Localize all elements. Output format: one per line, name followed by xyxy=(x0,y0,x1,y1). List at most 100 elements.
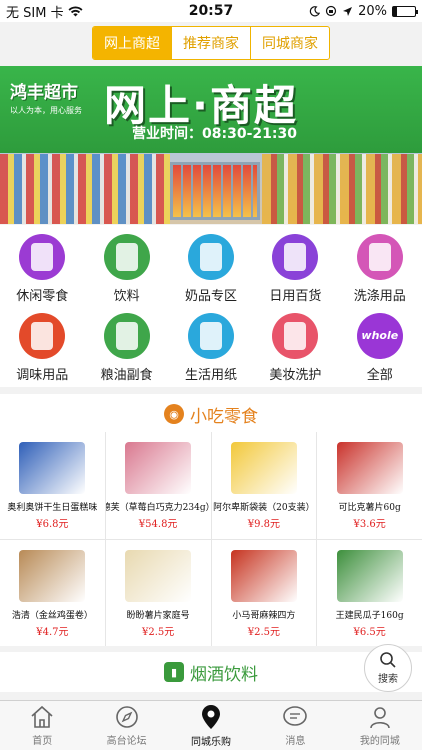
rotation-lock-icon xyxy=(325,5,337,17)
search-icon xyxy=(380,652,396,668)
product-price: ¥4.7元 xyxy=(36,626,69,638)
category-item[interactable]: 生活用纸 xyxy=(169,308,253,387)
whole-icon: whole xyxy=(356,312,403,359)
tabbar-local-shopping[interactable]: 同城乐购 xyxy=(169,701,253,750)
category-item[interactable]: 日用百货 xyxy=(253,229,337,308)
product-card[interactable]: 王建民瓜子160g ¥6.5元 xyxy=(317,539,422,646)
category-label: 调味用品 xyxy=(16,367,69,383)
section-header-drinks: ▮ 烟酒饮料 xyxy=(0,652,422,692)
product-price: ¥6.8元 xyxy=(36,519,69,530)
status-bar: 无 SIM 卡 20:57 20% xyxy=(0,0,422,22)
product-price: ¥2.5元 xyxy=(247,626,280,638)
section-title-snacks: 小吃零食 xyxy=(190,406,258,427)
product-card[interactable]: 盼盼薯片家庭号 ¥2.5元 xyxy=(105,539,211,646)
product-name: 阿尔卑斯袋装（20支装） xyxy=(213,503,315,513)
product-image xyxy=(125,549,192,602)
category-item[interactable]: 饮料 xyxy=(84,229,168,308)
category-glyph xyxy=(31,242,54,271)
category-grid: 休闲零食 饮料 奶品专区 日用百货 洗涤用品调味用品 粮油副食 生活用纸 美妆洗护 whole 全… xyxy=(0,225,422,387)
category-item[interactable]: 调味用品 xyxy=(0,308,84,387)
oil-icon xyxy=(103,312,150,359)
product-image xyxy=(336,549,403,602)
category-glyph xyxy=(284,321,307,350)
category-item[interactable]: 奶品专区 xyxy=(169,229,253,308)
snack-section-icon: ◉ xyxy=(164,404,184,424)
product-card[interactable]: 阿尔卑斯袋装（20支装） ¥9.8元 xyxy=(211,432,317,539)
battery-fill xyxy=(393,6,398,16)
snack-icon xyxy=(19,233,66,280)
message-icon xyxy=(283,705,308,726)
product-card[interactable]: 德芙（草莓白巧克力234g） ¥54.8元 xyxy=(105,432,211,539)
product-card[interactable]: 小马哥麻辣四方 ¥2.5元 xyxy=(211,539,317,646)
seasoning-icon xyxy=(19,312,66,359)
shelf-image-right xyxy=(262,154,422,224)
section-header-snacks: ◉ 小吃零食 xyxy=(0,394,422,434)
compass-icon xyxy=(115,705,138,728)
product-name: 小马哥麻辣四方 xyxy=(232,610,296,621)
product-grid: 奥利奥饼干生日蛋糕味 ¥6.8元 德芙（草莓白巧克力234g） ¥54.8元 阿尔卑斯袋… xyxy=(0,432,422,646)
cup-icon xyxy=(272,233,319,280)
product-image xyxy=(230,442,297,494)
product-price: ¥2.5元 xyxy=(141,626,175,638)
product-name: 可比克薯片60g xyxy=(338,503,401,513)
location-arrow-icon xyxy=(343,6,353,16)
shelf-image-left xyxy=(0,154,170,224)
product-price: ¥54.8元 xyxy=(138,519,178,530)
product-card[interactable]: 浩清（金丝鸡蛋卷） ¥4.7元 xyxy=(0,539,105,646)
category-item[interactable]: 粮油副食 xyxy=(84,308,168,387)
product-image xyxy=(19,442,86,494)
whole-icon-text: whole xyxy=(361,329,399,342)
beverage-icon xyxy=(103,233,150,280)
category-label: 日用百货 xyxy=(269,288,322,304)
category-label: 饮料 xyxy=(113,288,140,304)
category-item[interactable]: 洗涤用品 xyxy=(338,229,422,308)
category-glyph xyxy=(115,242,138,271)
section-title-drinks: 烟酒饮料 xyxy=(190,664,258,685)
category-item[interactable]: whole 全部 xyxy=(338,308,422,387)
product-name: 德芙（草莓白巧克力234g） xyxy=(105,503,211,513)
tabbar-messages[interactable]: 消息 xyxy=(253,701,337,750)
product-name: 浩清（金丝鸡蛋卷） xyxy=(11,610,93,621)
floating-search-button[interactable]: 搜索 xyxy=(364,644,412,692)
product-image xyxy=(336,442,403,494)
store-logo: 鸿丰超市 以人为本，用心服务 xyxy=(10,78,92,116)
category-glyph xyxy=(368,242,391,271)
product-price: ¥9.8元 xyxy=(247,519,280,530)
product-name: 盼盼薯片家庭号 xyxy=(126,610,190,621)
tab-online-supermarket[interactable]: 网上商超 xyxy=(93,27,172,59)
tabbar-label-home: 首页 xyxy=(32,735,53,747)
tab-local-merchants[interactable]: 同城商家 xyxy=(251,27,329,59)
tabbar-home[interactable]: 首页 xyxy=(0,701,84,750)
tabbar-label-profile: 我的同城 xyxy=(359,735,400,747)
tabbar-label-local-shopping: 同城乐购 xyxy=(191,736,232,748)
tabbar-profile[interactable]: 我的同城 xyxy=(338,701,422,750)
category-label: 美妆洗护 xyxy=(269,367,322,383)
product-card[interactable]: 可比克薯片60g ¥3.6元 xyxy=(317,432,422,539)
promo-banner[interactable]: 鸿丰超市 以人为本，用心服务 网上·商超 营业时间：08:30-21:30 xyxy=(0,66,422,224)
tab-recommended-merchants[interactable]: 推荐商家 xyxy=(172,27,251,59)
product-name: 奥利奥饼干生日蛋糕味 xyxy=(7,503,98,513)
category-item[interactable]: 休闲零食 xyxy=(0,229,84,308)
location-pin-icon xyxy=(202,704,221,729)
tissue-icon xyxy=(187,312,234,359)
product-image xyxy=(125,442,192,494)
product-price: ¥3.6元 xyxy=(353,519,386,530)
milk-icon xyxy=(187,233,234,280)
category-item[interactable]: 美妆洗护 xyxy=(253,308,337,387)
product-card[interactable]: 奥利奥饼干生日蛋糕味 ¥6.8元 xyxy=(0,432,105,539)
category-label: 生活用纸 xyxy=(184,367,237,383)
category-label: 休闲零食 xyxy=(16,288,69,304)
category-label: 洗涤用品 xyxy=(353,288,406,304)
tabbar-label-messages: 消息 xyxy=(285,735,306,747)
category-glyph xyxy=(31,321,54,350)
category-glyph xyxy=(199,242,222,271)
category-label: 奶品专区 xyxy=(184,288,237,304)
category-label: 粮油副食 xyxy=(100,367,153,383)
bottom-tab-bar: 首页 高台论坛 同城乐购 消息 我的同城 xyxy=(0,700,422,750)
tabbar-forum[interactable]: 高台论坛 xyxy=(84,701,168,750)
shopping-cart-image xyxy=(170,162,260,220)
product-image xyxy=(19,549,86,602)
product-image xyxy=(230,549,297,602)
store-name: 鸿丰超市 xyxy=(10,83,78,103)
moon-icon xyxy=(309,5,321,16)
